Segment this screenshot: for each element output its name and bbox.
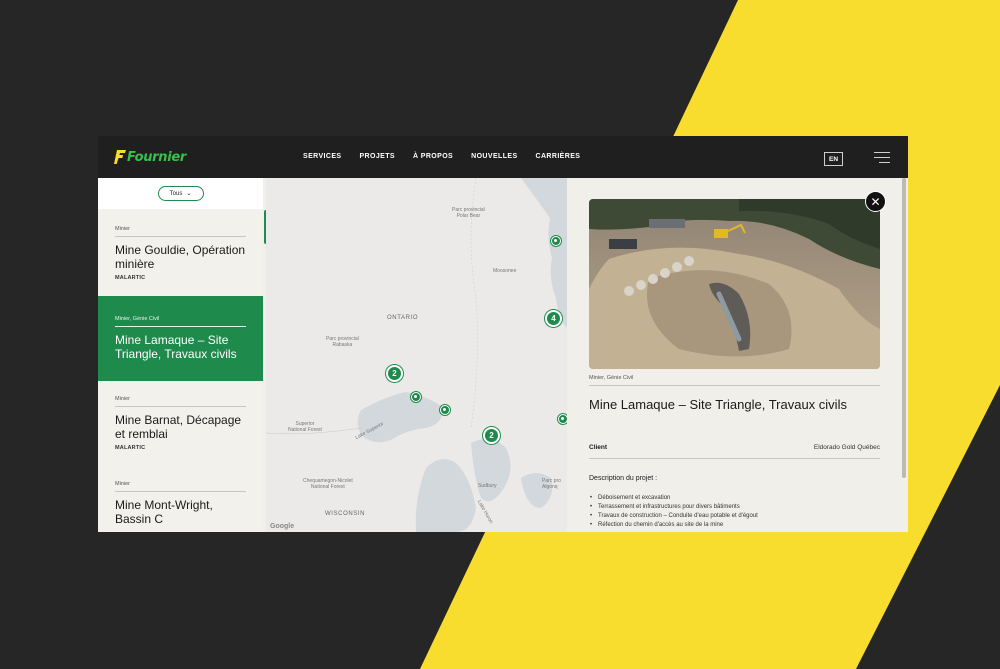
list-item: Travaux de construction – Conduite d'eau… [589, 512, 758, 521]
nav-projets[interactable]: PROJETS [359, 153, 394, 160]
project-category: Minier [115, 481, 246, 492]
list-item: Terrassement et infrastructures pour div… [589, 503, 758, 512]
nav-nouvelles[interactable]: NOUVELLES [471, 153, 517, 160]
divider [589, 385, 880, 386]
chevron-down-icon: ⌄ [186, 191, 192, 197]
divider [589, 458, 880, 459]
nav-carrieres[interactable]: CARRIÈRES [536, 153, 581, 160]
map-label-polar-bear: Parc provincial Polar Bear [452, 207, 485, 219]
detail-category: Minier, Génie Civil [589, 375, 634, 381]
project-category: Minier [115, 226, 246, 237]
project-title: Mine Mont-Wright, Bassin C [115, 498, 213, 526]
project-location: MALARTIC [115, 275, 146, 281]
map-label-sudbury: Sudbury [478, 483, 497, 489]
detail-scrollbar[interactable] [902, 178, 906, 478]
filter-selected-value: Tous [169, 190, 183, 197]
top-navigation-bar: Fournier SERVICES PROJETS À PROPOS NOUVE… [98, 136, 908, 178]
map-cluster-marker[interactable]: 4 [545, 310, 562, 327]
project-category: Minier, Génie Civil [115, 316, 246, 327]
client-label: Client [589, 444, 608, 451]
main-nav: SERVICES PROJETS À PROPOS NOUVELLES CARR… [303, 153, 598, 160]
browser-window: Fournier SERVICES PROJETS À PROPOS NOUVE… [98, 136, 908, 532]
project-category: Minier [115, 396, 246, 407]
map-label-rabaska: Parc provincial Rabaska [326, 336, 359, 348]
project-card[interactable]: Minier Mine Mont-Wright, Bassin C [98, 481, 263, 532]
map-marker[interactable] [411, 392, 421, 402]
map-label-algonquin: Parc pro Algonq [542, 478, 561, 490]
project-card-active[interactable]: Minier, Génie Civil Mine Lamaque – Site … [98, 296, 263, 381]
description-label: Description du projet : [589, 475, 658, 482]
hamburger-icon[interactable] [874, 152, 890, 164]
project-title: Mine Gouldie, Opération minière [115, 243, 246, 271]
list-item: Déboisement et excavation [589, 494, 758, 503]
project-title: Mine Barnat, Décapage et remblai [115, 413, 242, 441]
map-marker[interactable] [558, 414, 567, 424]
logo-mark-icon [114, 150, 126, 164]
project-detail-panel: ✕ Minier, Génie Civil Mine Lamaque – Sit… [567, 178, 908, 532]
nav-services[interactable]: SERVICES [303, 153, 341, 160]
project-photo-image [589, 199, 880, 369]
description-list: Déboisement et excavation Terrassement e… [589, 494, 758, 530]
project-location: MALARTIC [115, 445, 146, 451]
map-cluster-marker[interactable]: 2 [386, 365, 403, 382]
map-marker[interactable] [551, 236, 561, 246]
nav-a-propos[interactable]: À PROPOS [413, 153, 453, 160]
map-label-chequamegon: Chequamegon-Nicolet National Forest [303, 478, 353, 490]
project-card[interactable]: Minier Mine Barnat, Décapage et remblai … [98, 396, 263, 476]
close-icon[interactable]: ✕ [865, 191, 886, 212]
project-map[interactable]: Parc provincial Polar Bear Moosonee ONTA… [266, 178, 567, 532]
map-label-wisconsin: WISCONSIN [325, 511, 366, 517]
project-title: Mine Lamaque – Site Triangle, Travaux ci… [115, 333, 237, 361]
list-item: Réfection du chemin d'accès au site de l… [589, 521, 758, 530]
map-label-superior-forest: Superior National Forest [288, 421, 322, 433]
fournier-logo[interactable]: Fournier [114, 149, 186, 165]
logo-wordmark: Fournier [127, 149, 187, 165]
project-list: Tous ⌄ Minier Mine Gouldie, Opération mi… [98, 178, 263, 532]
map-label-moosonee: Moosonee [493, 268, 517, 274]
project-photo [589, 199, 880, 369]
client-value: Eldorado Gold Québec [813, 444, 880, 451]
filter-bar: Tous ⌄ [98, 178, 263, 209]
category-filter-select[interactable]: Tous ⌄ [157, 186, 204, 201]
language-toggle-button[interactable]: EN [824, 152, 843, 166]
map-marker[interactable] [440, 405, 450, 415]
google-attribution: Google [270, 523, 295, 530]
map-cluster-marker[interactable]: 2 [483, 427, 500, 444]
map-label-ontario: ONTARIO [387, 315, 419, 321]
detail-title: Mine Lamaque – Site Triangle, Travaux ci… [589, 397, 847, 412]
